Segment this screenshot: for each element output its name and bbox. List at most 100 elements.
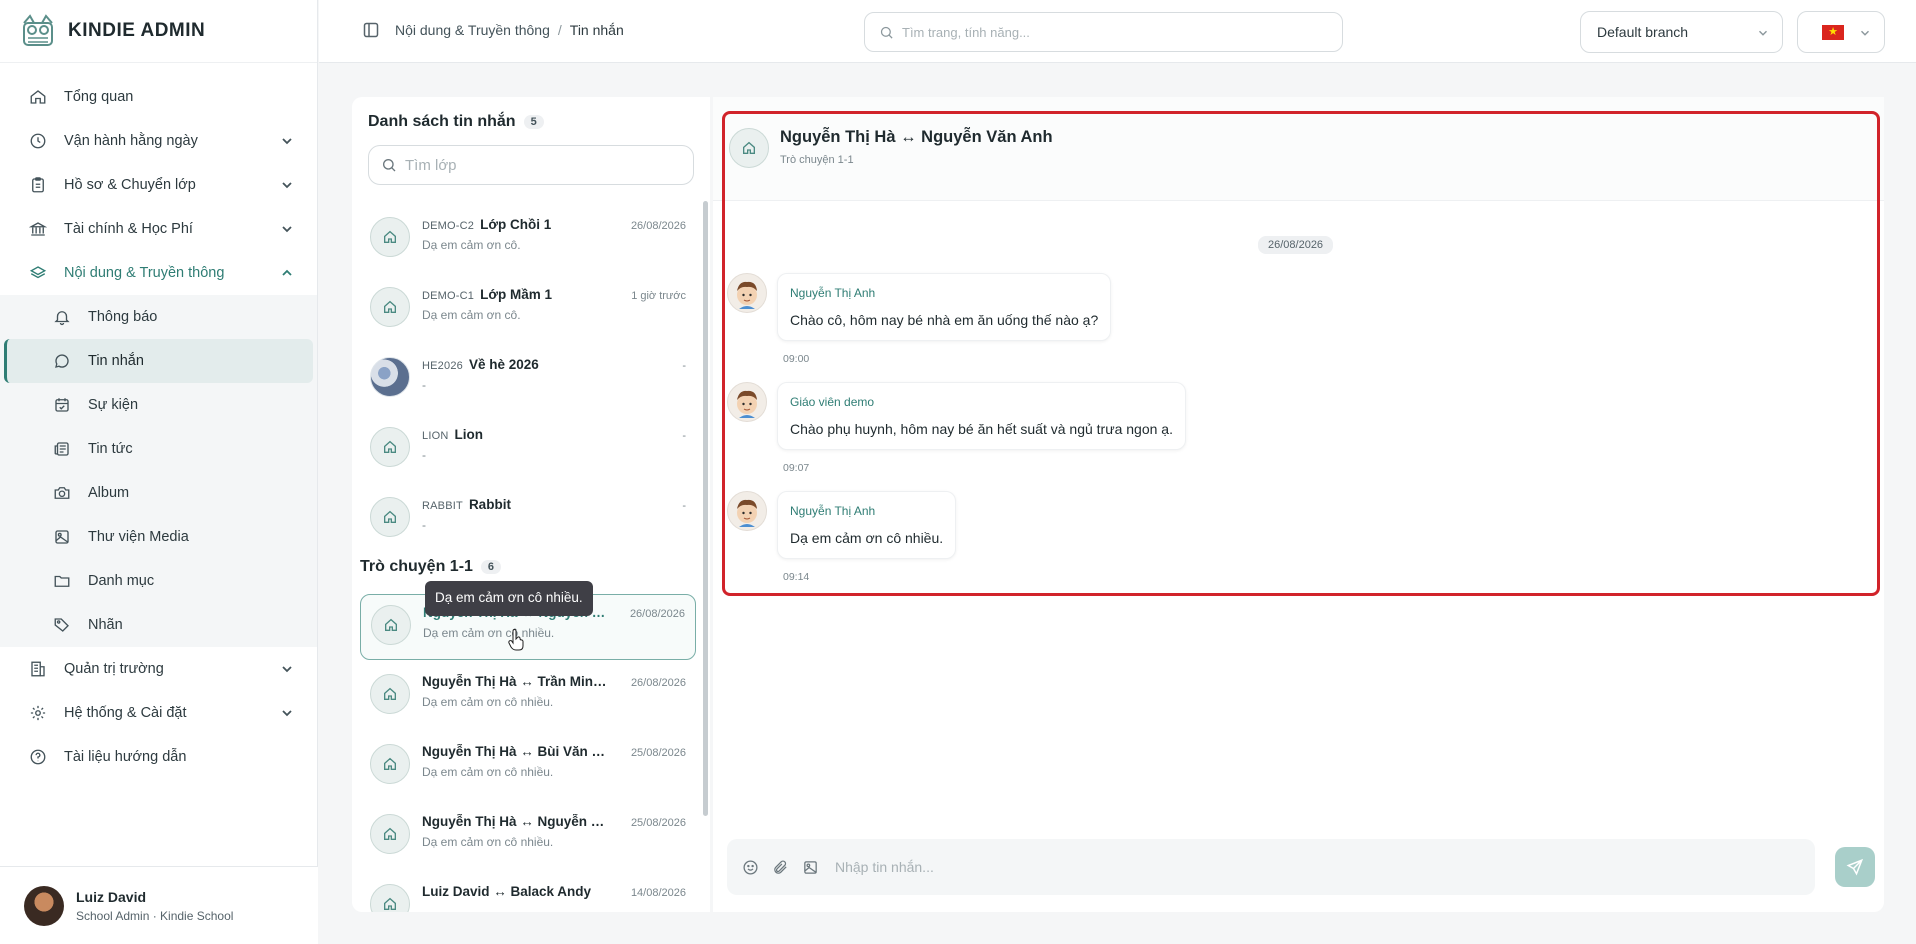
list-item[interactable]: DEMO-C1 Lớp Mầm 1 1 giờ trước Dạ em cảm ơ…	[360, 277, 696, 343]
list-item[interactable]: HE2026 Về hè 2026 - -	[360, 347, 696, 413]
sidebar-item-messages[interactable]: Tin nhắn	[4, 339, 313, 383]
scrollbar[interactable]	[703, 201, 708, 816]
message-bubble: Giáo viên demo Chào phụ huynh, hôm nay b…	[777, 382, 1186, 450]
emoji-icon[interactable]	[741, 858, 759, 876]
sender-name: Nguyễn Thị Anh	[790, 286, 876, 300]
sidebar-item-overview[interactable]: Tổng quan	[0, 75, 317, 119]
list-item[interactable]: Nguyễn Thị Hà ↔ Bùi Văn Kiên 25/08/2026 …	[360, 734, 696, 800]
breadcrumb-item[interactable]: Nội dung & Truyền thông	[395, 22, 550, 38]
gear-icon	[28, 703, 48, 723]
search-icon	[880, 26, 893, 39]
language-select[interactable]: ★	[1797, 11, 1885, 53]
search-input[interactable]	[902, 24, 1302, 40]
sidebar-item-daily-ops[interactable]: Vận hành hằng ngày	[0, 119, 317, 163]
timestamp: -	[682, 430, 686, 442]
building-icon	[28, 659, 48, 679]
list-item[interactable]: RABBIT Rabbit - -	[360, 487, 696, 553]
list-item[interactable]: DEMO-C2 Lớp Chồi 1 26/08/2026 Dạ em cảm ơ…	[360, 207, 696, 273]
class-photo	[370, 357, 410, 397]
layers-icon	[28, 263, 48, 283]
class-search-input[interactable]	[405, 156, 665, 174]
clipboard-icon	[28, 175, 48, 195]
sidebar-item-events[interactable]: Sự kiện	[0, 383, 317, 427]
class-search[interactable]	[368, 145, 694, 185]
sidebar-item-notifications[interactable]: Thông báo	[0, 295, 317, 339]
bell-icon	[52, 307, 72, 327]
sender-name: Giáo viên demo	[790, 395, 875, 409]
global-search[interactable]	[864, 12, 1343, 52]
send-button[interactable]	[1835, 847, 1875, 887]
tag-icon	[52, 615, 72, 635]
conversation-name: Nguyễn Thị Hà ↔ Trần Minh Bình	[422, 674, 612, 689]
count-badge: 5	[523, 115, 544, 129]
send-icon	[1846, 858, 1864, 876]
sidebar-item-content[interactable]: Nội dung & Truyền thông	[0, 251, 317, 295]
sidebar-item-settings[interactable]: Hệ thống & Cài đặt	[0, 691, 317, 735]
message-preview: Dạ em cảm ơn cô.	[422, 238, 521, 252]
class-name: Lớp Chồi 1	[480, 217, 552, 232]
sidebar-item-school-admin[interactable]: Quản trị trường	[0, 647, 317, 691]
branch-select[interactable]: Default branch	[1580, 11, 1783, 53]
message-time: 09:00	[783, 353, 810, 365]
breadcrumb-current: Tin nhắn	[569, 22, 624, 38]
chevron-up-icon	[282, 269, 292, 276]
chat-panel: Nguyễn Thị Hà ↔ Nguyễn Văn Anh Trò chuyệ…	[713, 97, 1884, 912]
message-time: 09:07	[783, 462, 810, 474]
cartoon-avatar-icon	[727, 273, 767, 313]
sidebar-item-label: Quản trị trường	[64, 661, 164, 677]
dm-section-title: Trò chuyện 1-1 6	[360, 558, 502, 576]
sidebar-item-tags[interactable]: Nhãn	[0, 603, 317, 647]
message-text: Chào cô, hôm nay bé nhà em ăn uống thế n…	[790, 312, 1099, 328]
user-profile[interactable]: Luiz David School Admin · Kindie School	[0, 866, 318, 944]
sidebar-item-label: Tài liệu hướng dẫn	[64, 749, 187, 765]
timestamp: 1 giờ trước	[631, 290, 686, 302]
image-icon[interactable]	[801, 858, 819, 876]
sidebar-item-news[interactable]: Tin tức	[0, 427, 317, 471]
sidebar-item-label: Nhãn	[88, 617, 123, 633]
message-text: Dạ em cảm ơn cô nhiều.	[790, 530, 944, 546]
message-text: Chào phụ huynh, hôm nay bé ăn hết suất v…	[790, 421, 1173, 437]
timestamp: -	[682, 500, 686, 512]
list-item[interactable]: Luiz David ↔ Balack Andy 14/08/2026	[360, 874, 696, 912]
sidebar-toggle-icon[interactable]	[363, 22, 379, 38]
chevron-down-icon	[1861, 30, 1869, 36]
class-code: DEMO-C1	[422, 290, 475, 302]
chevron-down-icon	[282, 710, 292, 717]
sidebar-item-finance[interactable]: Tài chính & Học Phí	[0, 207, 317, 251]
sidebar-item-categories[interactable]: Danh mục	[0, 559, 317, 603]
branch-value: Default branch	[1597, 24, 1689, 40]
message-input[interactable]	[835, 859, 1735, 875]
timestamp: -	[682, 360, 686, 372]
hand-cursor-icon	[508, 629, 524, 651]
message-bubble: Nguyễn Thị Anh Dạ em cảm ơn cô nhiều.	[777, 491, 957, 559]
chat-title: Nguyễn Thị Hà ↔ Nguyễn Văn Anh	[780, 128, 1053, 146]
home-icon	[370, 674, 410, 714]
sidebar-submenu: Thông báo Tin nhắn Sự kiện Tin tức Album…	[0, 295, 317, 647]
sidebar-item-records[interactable]: Hồ sơ & Chuyển lớp	[0, 163, 317, 207]
sidebar-item-label: Tài chính & Học Phí	[64, 221, 193, 237]
message: Nguyễn Thị Anh Dạ em cảm ơn cô nhiều.	[727, 491, 957, 559]
brand[interactable]: KINDIE ADMIN	[0, 0, 317, 63]
home-icon	[370, 814, 410, 854]
class-code: HE2026	[422, 360, 463, 372]
list-item[interactable]: LION Lion - -	[360, 417, 696, 483]
chevron-down-icon	[282, 182, 292, 189]
timestamp: 25/08/2026	[630, 747, 686, 759]
help-icon	[28, 747, 48, 767]
dm-title-text: Trò chuyện 1-1	[360, 558, 473, 575]
flag-star: ★	[1828, 25, 1838, 38]
home-icon	[28, 87, 48, 107]
sidebar-item-album[interactable]: Album	[0, 471, 317, 515]
sidebar-item-media-library[interactable]: Thư viện Media	[0, 515, 317, 559]
sidebar-item-label: Danh mục	[88, 573, 155, 589]
list-item[interactable]: Nguyễn Thị Hà ↔ Trần Minh Bình 26/08/202…	[360, 664, 696, 730]
user-name: Luiz David	[76, 888, 147, 905]
list-item[interactable]: Nguyễn Thị Hà ↔ Nguyễn Minh ... 25/08/20…	[360, 804, 696, 870]
list-title-text: Danh sách tin nhắn	[368, 113, 516, 130]
message-time: 09:14	[783, 571, 810, 583]
class-name: Lớp Mầm 1	[480, 287, 552, 302]
sidebar-item-docs[interactable]: Tài liệu hướng dẫn	[0, 735, 317, 779]
paperclip-icon[interactable]	[771, 858, 789, 876]
conversation-name: Nguyễn Thị Hà ↔ Bùi Văn Kiên	[422, 744, 612, 759]
chevron-down-icon	[282, 138, 292, 145]
